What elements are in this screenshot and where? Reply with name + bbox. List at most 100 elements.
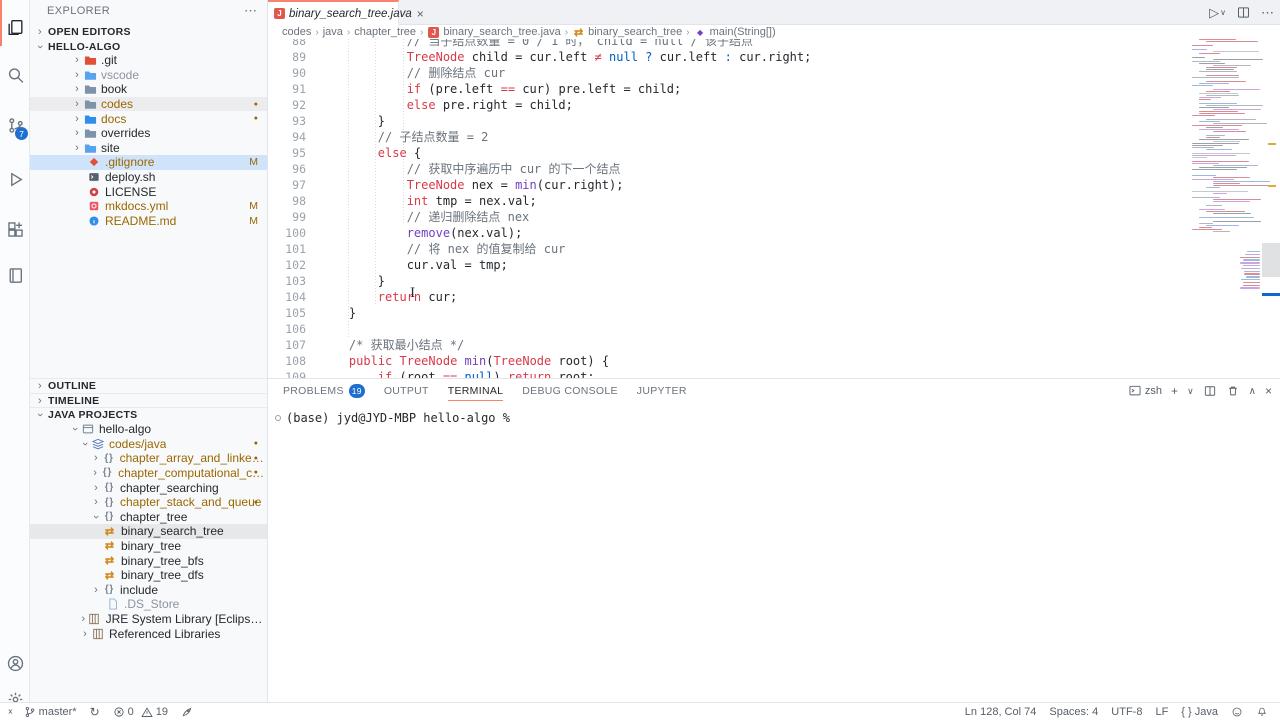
java-node-codes-java[interactable]: ›codes/java● (30, 437, 267, 452)
code-line-89[interactable]: 89 TreeNode child = cur.left ≠ null ? cu… (268, 49, 1190, 65)
more-actions-icon[interactable]: ⋯ (244, 3, 257, 19)
file-row-readme-md[interactable]: README.mdM (30, 214, 267, 229)
java-node-hello-algo[interactable]: ›hello-algo (30, 422, 267, 437)
code-line-97[interactable]: 97 TreeNode nex = min(cur.right); (268, 177, 1190, 193)
java-status-rocket-icon[interactable] (181, 706, 193, 718)
breadcrumb-item[interactable]: java (323, 26, 343, 38)
code-line-107[interactable]: 107 /* 获取最小结点 */ (268, 337, 1190, 353)
more-actions-icon[interactable]: ⋯ (1261, 5, 1274, 21)
code-line-106[interactable]: 106 (268, 321, 1190, 337)
file-row-site[interactable]: ›site (30, 141, 267, 156)
scrollbar-thumb[interactable] (1262, 243, 1280, 277)
language-mode[interactable]: { } Java (1181, 706, 1218, 718)
git-branch-item[interactable]: master* (24, 706, 77, 718)
activity-source-control-icon[interactable]: 7 (0, 108, 30, 142)
panel-tab-debug-console[interactable]: DEBUG CONSOLE (522, 379, 618, 403)
file-row-docs[interactable]: ›docs● (30, 111, 267, 126)
code-line-100[interactable]: 100 remove(nex.val); (268, 225, 1190, 241)
file-row-license[interactable]: LICENSE (30, 184, 267, 199)
breadcrumb-item[interactable]: ◆main(String[]) (694, 25, 776, 39)
java-node-chapter-array-and-linkedlist[interactable]: ›{ }chapter_array_and_linkedlist● (30, 451, 267, 466)
code-line-103[interactable]: 103 } (268, 273, 1190, 289)
feedback-icon[interactable] (1231, 706, 1243, 718)
file-row-book[interactable]: ›book (30, 82, 267, 97)
java-node-chapter-stack-and-queue[interactable]: ›{ }chapter_stack_and_queue● (30, 495, 267, 510)
eol-sequence[interactable]: LF (1155, 706, 1168, 718)
code-line-88[interactable]: 88 // 当子结点数量 = 0 / 1 时， child = null / 该… (268, 39, 1190, 49)
tab-binary-search-tree[interactable]: J binary_search_tree.java × (268, 0, 399, 25)
java-node-chapter-tree[interactable]: ›{ }chapter_tree (30, 510, 267, 525)
file-row-overrides[interactable]: ›overrides (30, 126, 267, 141)
code-line-94[interactable]: 94 // 子结点数量 = 2 (268, 129, 1190, 145)
file-row-vscode[interactable]: ›vscode (30, 68, 267, 83)
code-line-99[interactable]: 99 // 递归删除结点 nex (268, 209, 1190, 225)
code-editor[interactable]: 88 // 当子结点数量 = 0 / 1 时， child = null / 该… (268, 39, 1280, 378)
file-row-mkdocs-yml[interactable]: mkdocs.ymlM (30, 199, 267, 214)
breadcrumb-item[interactable]: ⇄binary_search_tree (572, 25, 682, 39)
panel-tab-problems[interactable]: PROBLEMS19 (283, 379, 365, 403)
code-line-91[interactable]: 91 if (pre.left == cur) pre.left = child… (268, 81, 1190, 97)
activity-run-and-debug-icon[interactable] (0, 162, 30, 196)
activity-notebook-icon[interactable] (0, 258, 30, 292)
shell-selector[interactable]: zsh (1128, 384, 1162, 398)
remote-indicator[interactable]: ›‹ (8, 706, 11, 717)
code-line-93[interactable]: 93 } (268, 113, 1190, 129)
file-row--gitignore[interactable]: .gitignoreM (30, 155, 267, 170)
code-line-95[interactable]: 95 else { (268, 145, 1190, 161)
problems-summary[interactable]: 0 19 (113, 706, 168, 718)
breadcrumb-item[interactable]: codes (282, 26, 311, 38)
section-timeline[interactable]: ›TIMELINE (30, 393, 267, 408)
section-java-projects[interactable]: ›JAVA PROJECTS (30, 407, 267, 422)
panel-tab-output[interactable]: OUTPUT (384, 379, 429, 403)
indentation[interactable]: Spaces: 4 (1049, 706, 1098, 718)
java-node-binary-search-tree[interactable]: ⇄binary_search_tree (30, 524, 267, 539)
activity-search-icon[interactable] (0, 58, 30, 92)
sync-button[interactable]: ↻ (90, 705, 100, 719)
close-panel-icon[interactable]: × (1265, 384, 1272, 398)
file-row--git[interactable]: ›.git (30, 53, 267, 68)
java-node-chapter-computational-complexity[interactable]: ›{ }chapter_computational_complexity● (30, 466, 267, 481)
file-row-codes[interactable]: ›codes● (30, 97, 267, 112)
workspace-root-section[interactable]: › HELLO-ALGO (30, 39, 267, 54)
code-line-102[interactable]: 102 cur.val = tmp; (268, 257, 1190, 273)
code-line-90[interactable]: 90 // 删除结点 cur (268, 65, 1190, 81)
code-line-96[interactable]: 96 // 获取中序遍历中 cur 的下一个结点 (268, 161, 1190, 177)
java-node-jre-system-library-eclipse-temurin-17-17-[interactable]: ›JRE System Library [Eclipse Temurin 17 … (30, 612, 267, 627)
terminal-dropdown-icon[interactable]: ∨ (1187, 386, 1194, 397)
new-terminal-button[interactable]: + (1171, 384, 1178, 398)
encoding[interactable]: UTF-8 (1111, 706, 1142, 718)
java-node--ds-store[interactable]: .DS_Store (30, 597, 267, 612)
kill-terminal-icon[interactable] (1226, 384, 1240, 398)
file-row-deploy-sh[interactable]: deploy.sh (30, 170, 267, 185)
terminal-prompt[interactable]: (base) jyd@JYD-MBP hello-algo % (286, 411, 510, 425)
cursor-position[interactable]: Ln 128, Col 74 (965, 706, 1037, 718)
code-line-101[interactable]: 101 // 将 nex 的值复制给 cur (268, 241, 1190, 257)
activity-explorer-icon[interactable] (0, 10, 30, 44)
open-editors-section[interactable]: › OPEN EDITORS (30, 24, 267, 39)
code-line-104[interactable]: 104 return cur; (268, 289, 1190, 305)
notifications-bell-icon[interactable] (1256, 706, 1268, 718)
editor-scrollbar[interactable] (1262, 39, 1280, 378)
java-node-binary-tree-dfs[interactable]: ⇄binary_tree_dfs (30, 568, 267, 583)
code-line-98[interactable]: 98 int tmp = nex.val; (268, 193, 1190, 209)
breadcrumb-item[interactable]: chapter_tree (354, 26, 416, 38)
split-terminal-icon[interactable] (1203, 384, 1217, 398)
activity-accounts-icon[interactable] (0, 646, 30, 680)
split-editor-icon[interactable] (1236, 5, 1251, 20)
java-node-chapter-searching[interactable]: ›{ }chapter_searching (30, 480, 267, 495)
java-node-referenced-libraries[interactable]: ›Referenced Libraries (30, 626, 267, 641)
activity-extensions-icon[interactable] (0, 212, 30, 246)
close-icon[interactable]: × (417, 7, 424, 21)
java-node-binary-tree[interactable]: ⇄binary_tree (30, 539, 267, 554)
code-line-109[interactable]: 109 if (root == null) return root; (268, 369, 1190, 378)
maximize-panel-icon[interactable]: ∧ (1249, 386, 1256, 397)
java-node-include[interactable]: ›{ }include (30, 583, 267, 598)
code-line-108[interactable]: 108 public TreeNode min(TreeNode root) { (268, 353, 1190, 369)
run-button[interactable]: ▷∨ (1209, 5, 1226, 21)
section-outline[interactable]: ›OUTLINE (30, 378, 267, 393)
java-node-binary-tree-bfs[interactable]: ⇄binary_tree_bfs (30, 553, 267, 568)
minimap[interactable] (1190, 39, 1262, 378)
code-line-105[interactable]: 105 } (268, 305, 1190, 321)
breadcrumb-item[interactable]: Jbinary_search_tree.java (427, 25, 560, 39)
panel-tab-jupyter[interactable]: JUPYTER (637, 379, 687, 403)
